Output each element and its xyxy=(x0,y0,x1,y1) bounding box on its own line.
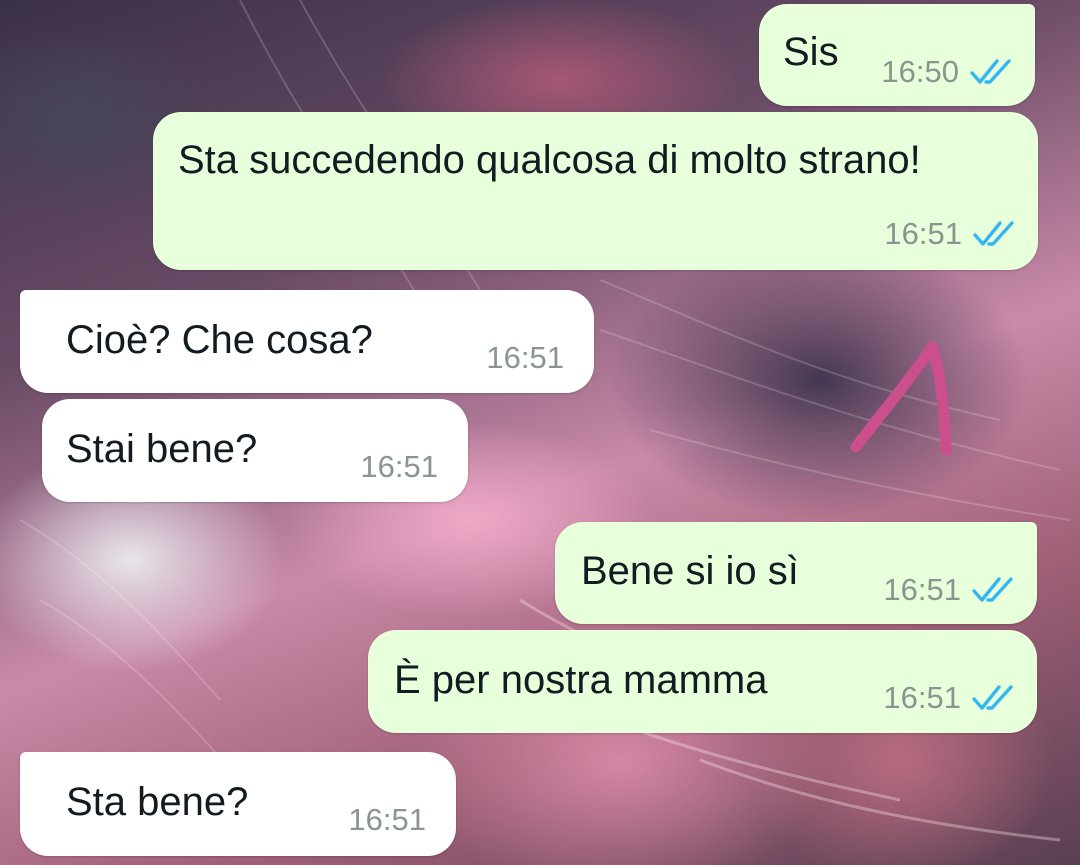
hand-drawn-arrow-icon xyxy=(840,325,970,470)
double-check-icon xyxy=(969,57,1015,87)
message-bubble-outgoing[interactable]: È per nostra mamma 16:51 xyxy=(368,630,1037,733)
message-time: 16:50 xyxy=(881,54,959,89)
message-time: 16:51 xyxy=(883,572,961,607)
message-meta: 16:50 xyxy=(881,54,1015,90)
message-time: 16:51 xyxy=(348,802,426,837)
double-check-icon xyxy=(972,219,1018,249)
message-bubble-outgoing[interactable]: Sta succedendo qualcosa di molto strano!… xyxy=(153,112,1038,270)
message-time: 16:51 xyxy=(360,449,438,484)
message-meta: 16:51 xyxy=(348,802,426,838)
message-bubble-outgoing[interactable]: Sis 16:50 xyxy=(759,4,1035,106)
message-bubble-incoming[interactable]: Sta bene? 16:51 xyxy=(20,752,456,856)
double-check-icon xyxy=(971,575,1017,605)
message-text: Stai bene? xyxy=(66,427,258,471)
message-time: 16:51 xyxy=(486,340,564,375)
message-bubble-incoming[interactable]: Cioè? Che cosa? 16:51 xyxy=(20,290,594,393)
message-text: Sis xyxy=(783,30,839,74)
message-bubble-incoming[interactable]: Stai bene? 16:51 xyxy=(42,399,468,502)
message-time: 16:51 xyxy=(883,680,961,715)
message-bubble-outgoing[interactable]: Bene si io sì 16:51 xyxy=(555,522,1037,624)
message-meta: 16:51 xyxy=(486,340,564,376)
message-meta: 16:51 xyxy=(883,572,1017,608)
message-meta: 16:51 xyxy=(883,680,1017,716)
message-text: Cioè? Che cosa? xyxy=(66,318,373,362)
message-meta: 16:51 xyxy=(884,216,1018,252)
message-text: È per nostra mamma xyxy=(394,658,768,702)
message-text: Sta succedendo qualcosa di molto strano! xyxy=(178,138,921,182)
message-text: Bene si io sì xyxy=(581,549,799,593)
message-text: Sta bene? xyxy=(66,780,249,824)
message-time: 16:51 xyxy=(884,216,962,251)
message-meta: 16:51 xyxy=(360,449,438,485)
double-check-icon xyxy=(971,683,1017,713)
